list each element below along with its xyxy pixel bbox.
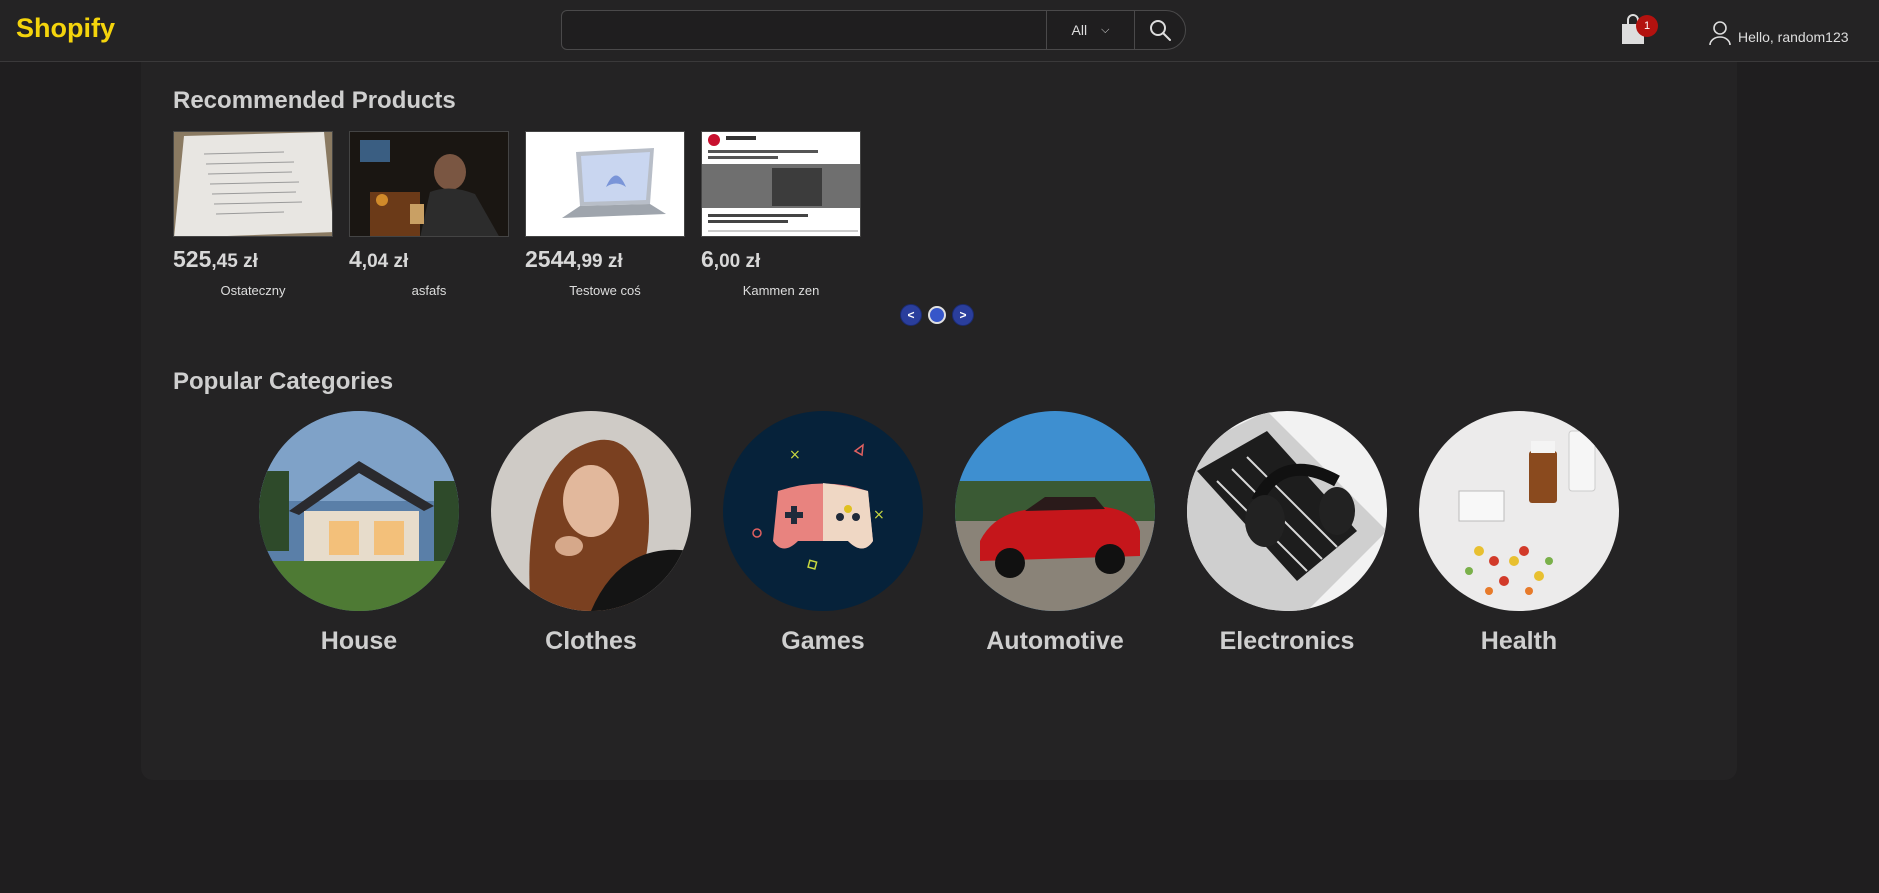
categories-title: Popular Categories <box>173 368 394 395</box>
category-label[interactable]: Health <box>1419 627 1619 656</box>
product-card[interactable]: 4,04 zł asfafs <box>349 131 509 298</box>
product-card[interactable]: 525,45 zł Ostateczny <box>173 131 333 298</box>
product-price: 2544,99 zł <box>525 246 623 272</box>
category-image[interactable]: × × <box>723 411 923 611</box>
search-button[interactable] <box>1135 11 1185 49</box>
category-games[interactable]: × × Games <box>723 411 923 656</box>
search-input[interactable] <box>562 11 1047 49</box>
category-image[interactable] <box>955 411 1155 611</box>
chevron-down-icon: ⌵ <box>1101 23 1110 36</box>
category-image[interactable] <box>1419 411 1619 611</box>
carousel-prev-button[interactable]: < <box>900 304 922 326</box>
product-image[interactable] <box>173 131 333 237</box>
product-price: 4,04 zł <box>349 246 409 272</box>
carousel-controls: < > <box>900 304 974 326</box>
category-health[interactable]: Health <box>1419 411 1619 656</box>
category-select-value: All <box>1071 22 1088 38</box>
category-label[interactable]: Electronics <box>1187 627 1387 656</box>
search-bar: All ⌵ <box>561 10 1186 50</box>
product-price: 6,00 zł <box>701 246 761 272</box>
category-house[interactable]: House <box>259 411 459 656</box>
product-price: 525,45 zł <box>173 246 258 272</box>
logo[interactable]: Shopify <box>16 13 115 44</box>
svg-text:×: × <box>873 507 885 523</box>
carousel-next-button[interactable]: > <box>952 304 974 326</box>
category-label[interactable]: Games <box>723 627 923 656</box>
product-image[interactable] <box>525 131 685 237</box>
search-icon <box>1150 20 1171 41</box>
category-image[interactable] <box>1187 411 1387 611</box>
product-card[interactable]: 2544,99 zł Testowe coś <box>525 131 685 298</box>
svg-text:×: × <box>789 447 801 463</box>
product-name[interactable]: asfafs <box>349 283 509 298</box>
user-greeting: Hello, random123 <box>1738 29 1849 45</box>
category-image[interactable] <box>491 411 691 611</box>
product-image[interactable] <box>701 131 861 237</box>
category-label[interactable]: Automotive <box>955 627 1155 656</box>
category-electronics[interactable]: Electronics <box>1187 411 1387 656</box>
product-name[interactable]: Ostateczny <box>173 283 333 298</box>
category-automotive[interactable]: Automotive <box>955 411 1155 656</box>
category-image[interactable] <box>259 411 459 611</box>
category-clothes[interactable]: Clothes <box>491 411 691 656</box>
category-select[interactable]: All ⌵ <box>1047 11 1135 49</box>
category-label[interactable]: Clothes <box>491 627 691 656</box>
product-image[interactable] <box>349 131 509 237</box>
user-icon <box>1709 21 1731 46</box>
top-bar: Shopify All ⌵ 1 Hello, random123 <box>0 0 1879 62</box>
product-name[interactable]: Kammen zen <box>701 283 861 298</box>
recommended-title: Recommended Products <box>173 87 456 114</box>
cart-count-badge: 1 <box>1636 15 1658 37</box>
carousel-dot[interactable] <box>928 306 946 324</box>
category-label[interactable]: House <box>259 627 459 656</box>
product-name[interactable]: Testowe coś <box>525 283 685 298</box>
product-card[interactable]: 6,00 zł Kammen zen <box>701 131 861 298</box>
user-account-button[interactable]: Hello, random123 <box>1708 20 1849 46</box>
